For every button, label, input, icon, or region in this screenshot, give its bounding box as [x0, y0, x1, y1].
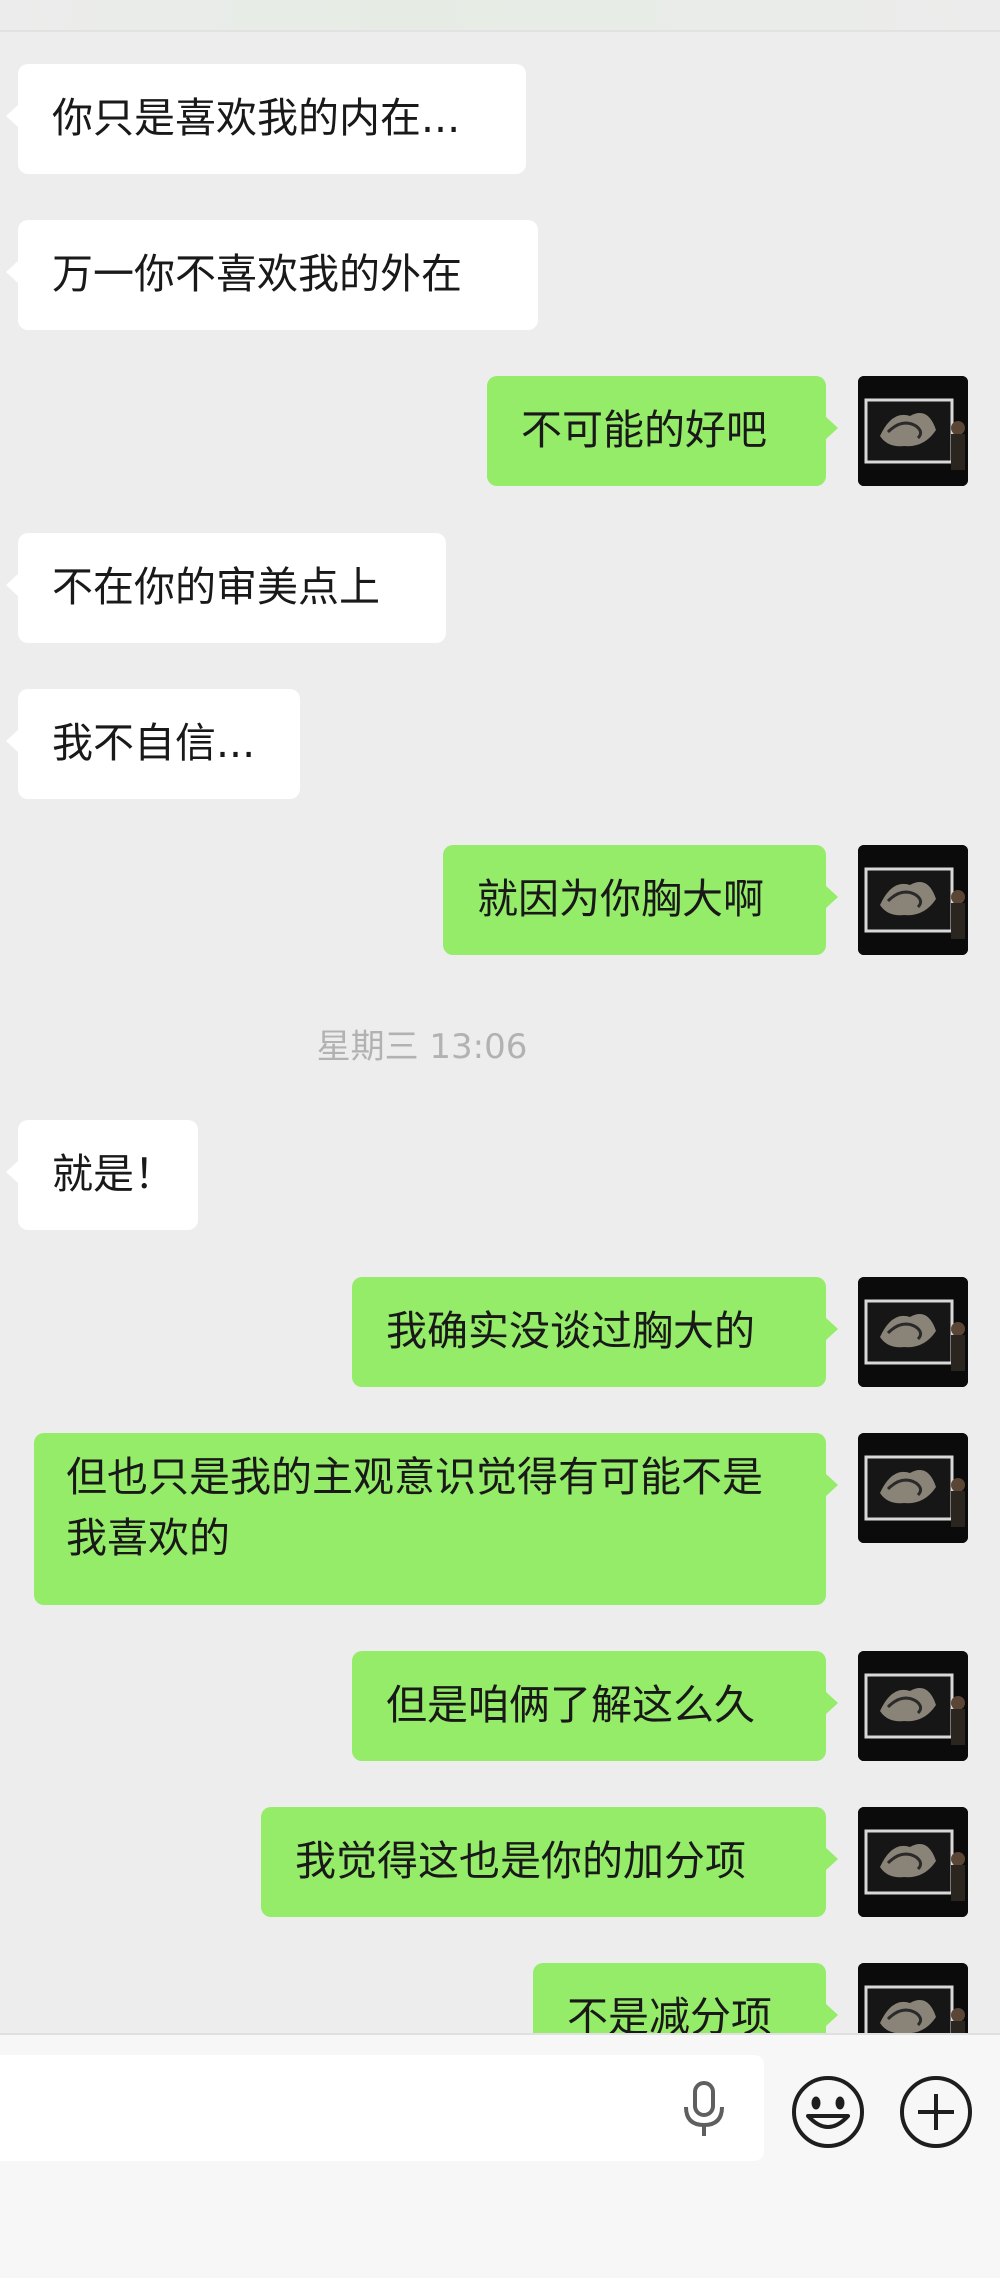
message-bubble-received[interactable]: 我不自信...: [6, 689, 300, 799]
top-divider: [0, 0, 1000, 32]
message-bubble-sent[interactable]: 不可能的好吧: [487, 376, 838, 486]
avatar-image-icon: [858, 376, 968, 486]
message-bubble-sent[interactable]: 就因为你胸大啊: [443, 845, 838, 955]
message-bubble-received[interactable]: 你只是喜欢我的内在...: [6, 64, 526, 174]
plus-circle-icon[interactable]: [898, 2074, 974, 2150]
avatar-image-icon: [858, 1807, 968, 1917]
my-avatar[interactable]: [858, 1963, 968, 2033]
avatar-image-icon: [858, 1651, 968, 1761]
my-avatar[interactable]: [858, 845, 968, 955]
message-bubble-sent[interactable]: 我确实没谈过胸大的: [352, 1277, 838, 1387]
message-bubble-received[interactable]: 万一你不喜欢我的外在: [6, 220, 538, 330]
message-bubble-received[interactable]: 不在你的审美点上: [6, 533, 446, 643]
my-avatar[interactable]: [858, 1651, 968, 1761]
smiley-face-icon[interactable]: [790, 2074, 866, 2150]
message-bubble-sent[interactable]: 但也只是我的主观意识觉得有可能不是我喜欢的: [34, 1433, 838, 1605]
my-avatar[interactable]: [858, 1277, 968, 1387]
message-input-bar: [0, 2033, 1000, 2278]
message-timestamp: 星期三 13:06: [316, 1027, 528, 1067]
message-bubble-sent[interactable]: 我觉得这也是你的加分项: [261, 1807, 838, 1917]
avatar-image-icon: [858, 1277, 968, 1387]
message-bubble-sent[interactable]: 不是减分项: [533, 1963, 838, 2033]
my-avatar[interactable]: [858, 1433, 968, 1543]
my-avatar[interactable]: [858, 376, 968, 486]
avatar-image-icon: [858, 845, 968, 955]
microphone-icon[interactable]: [678, 2079, 730, 2139]
chat-message-area[interactable]: 你只是喜欢我的内在... 万一你不喜欢我的外在 不可能的好吧 不在你的审美点上 …: [0, 0, 1000, 2033]
avatar-image-icon: [858, 1963, 968, 2033]
my-avatar[interactable]: [858, 1807, 968, 1917]
message-bubble-received[interactable]: 就是！: [6, 1120, 198, 1230]
message-input-field[interactable]: [0, 2055, 764, 2161]
message-bubble-sent[interactable]: 但是咱俩了解这么久: [352, 1651, 838, 1761]
avatar-image-icon: [858, 1433, 968, 1543]
